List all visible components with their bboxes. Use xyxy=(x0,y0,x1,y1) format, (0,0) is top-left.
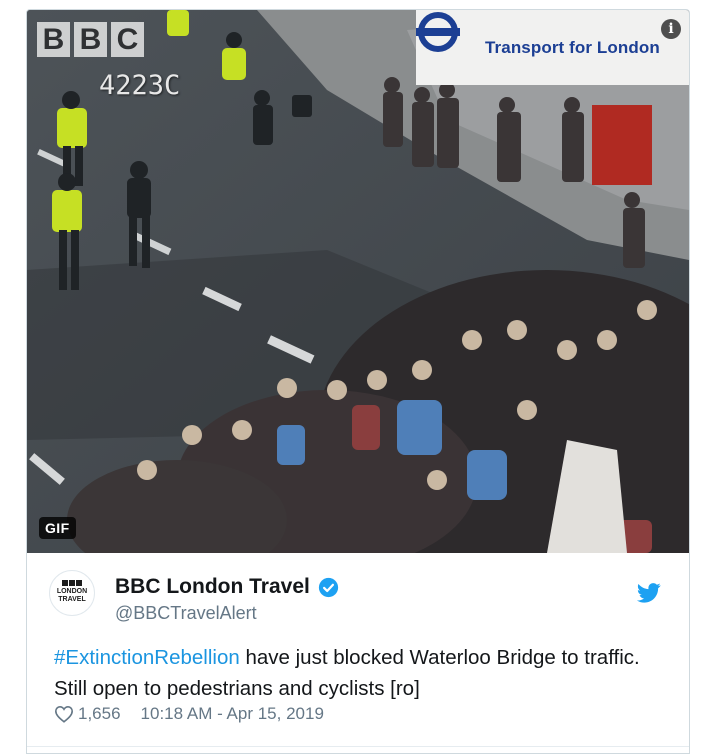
tweet-text: #ExtinctionRebellion have just blocked W… xyxy=(54,642,674,704)
gif-badge: GIF xyxy=(39,517,76,539)
avatar[interactable]: LONDON TRAVEL xyxy=(49,570,95,616)
tweet-timestamp[interactable]: 10:18 AM - Apr 15, 2019 xyxy=(141,704,324,724)
tfl-banner: Transport for London xyxy=(416,10,689,85)
bbc-logo: B B C xyxy=(37,22,144,57)
tfl-label: Transport for London xyxy=(485,38,660,57)
camera-id: 4223C xyxy=(99,70,181,101)
avatar-line-2: TRAVEL xyxy=(58,596,86,603)
bbc-logo-letter: B xyxy=(74,22,107,57)
avatar-line-1: LONDON xyxy=(56,588,88,595)
tweet-media-gif[interactable]: B B C 4223C Transport for London i GIF xyxy=(27,10,689,553)
card-divider xyxy=(27,746,689,747)
info-icon[interactable]: i xyxy=(661,19,681,39)
hashtag-link[interactable]: #ExtinctionRebellion xyxy=(54,646,240,669)
like-count[interactable]: 1,656 xyxy=(78,704,121,724)
twitter-bird-icon[interactable] xyxy=(637,583,661,603)
tweet-author-row: LONDON TRAVEL BBC London Travel @BBCTrav… xyxy=(27,553,689,633)
tweet-text-line-1: have just blocked Waterloo Bridge to tra… xyxy=(239,646,640,669)
tfl-roundel-icon xyxy=(416,12,460,52)
heart-icon[interactable] xyxy=(54,705,74,723)
bbc-logo-letter: B xyxy=(37,22,70,57)
embedded-tweet-card[interactable]: B B C 4223C Transport for London i GIF L… xyxy=(26,9,690,754)
bbc-mini-logo xyxy=(50,580,94,586)
author-display-name[interactable]: BBC London Travel xyxy=(115,575,310,599)
bbc-logo-letter: C xyxy=(111,22,144,57)
tweet-text-line-2: Still open to pedestrians and cyclists [… xyxy=(54,677,420,700)
verified-badge-icon xyxy=(318,577,339,598)
tweet-meta-row: 1,656 10:18 AM - Apr 15, 2019 xyxy=(54,704,324,724)
author-handle[interactable]: @BBCTravelAlert xyxy=(115,603,257,624)
